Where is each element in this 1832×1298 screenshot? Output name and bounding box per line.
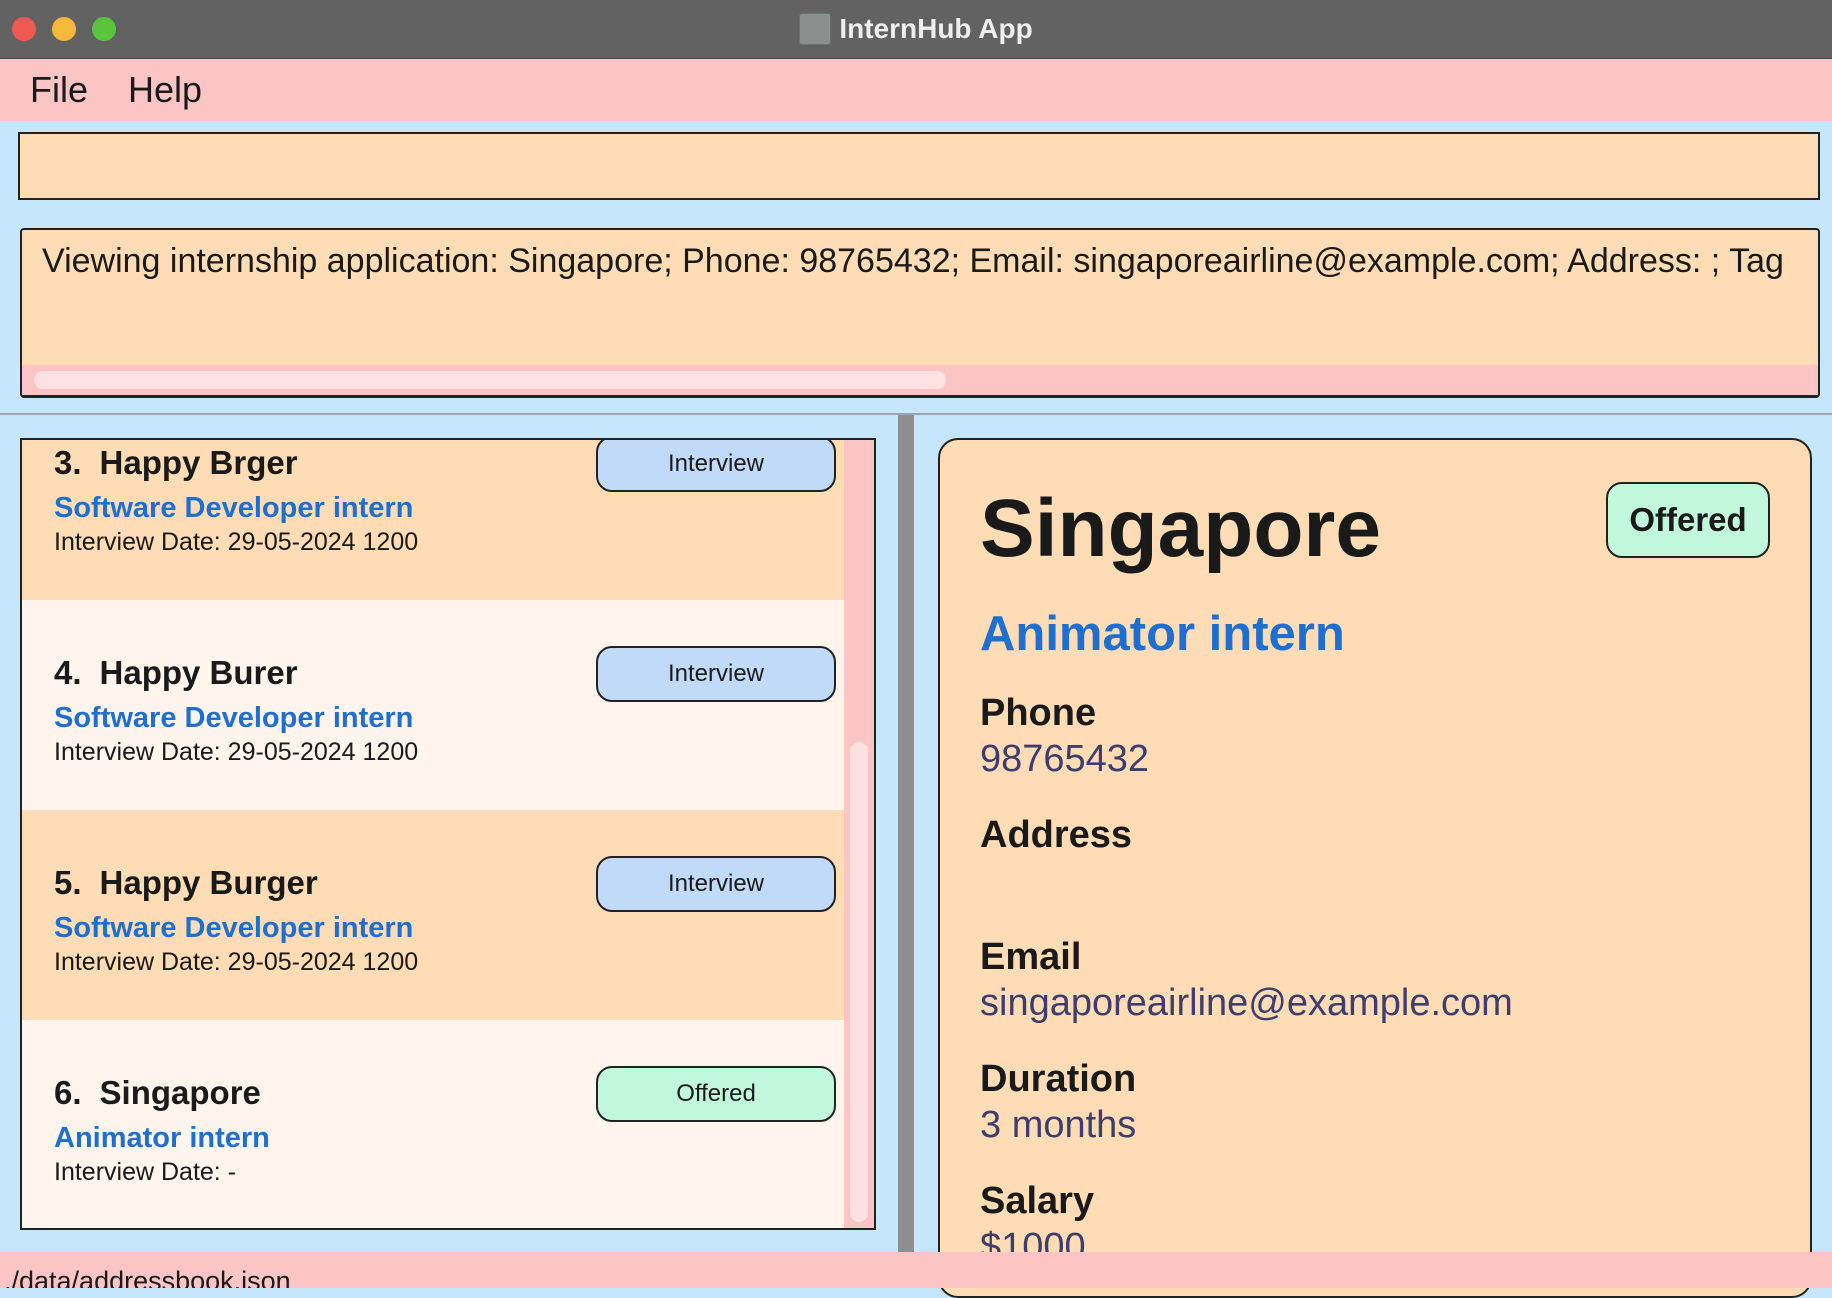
card-role: Animator intern	[54, 1122, 270, 1154]
application-list-viewport: 3. Happy Brger Software Developer intern …	[22, 440, 844, 1228]
card-index: 5.	[54, 864, 82, 901]
card-interview-date: Interview Date: 29-05-2024 1200	[54, 948, 419, 976]
card-index: 6.	[54, 1074, 82, 1111]
status-badge: Interview	[596, 440, 836, 492]
card-index: 3.	[54, 444, 82, 481]
list-item[interactable]: 4. Happy Burer Software Developer intern …	[22, 600, 844, 810]
phone-value: 98765432	[980, 738, 1150, 780]
email-label: Email	[980, 936, 1082, 978]
card-title: 6. Singapore	[54, 1074, 261, 1112]
status-badge: Interview	[596, 856, 836, 912]
list-item[interactable]: 6. Singapore Animator intern Interview Da…	[22, 1020, 844, 1228]
detail-status-badge: Offered	[1606, 482, 1770, 558]
app-icon	[799, 13, 832, 45]
divider	[0, 413, 1832, 415]
menu-file[interactable]: File	[30, 69, 88, 111]
window-title: InternHub App	[0, 0, 1832, 58]
data-file-path: ./data/addressbook.json	[4, 1266, 291, 1288]
card-company: Happy Burger	[99, 864, 318, 901]
list-item[interactable]: 3. Happy Brger Software Developer intern …	[22, 440, 844, 600]
title-bar: InternHub App	[0, 0, 1832, 59]
card-title: 4. Happy Burer	[54, 654, 298, 692]
menu-bar: File Help	[0, 59, 1832, 121]
card-role: Software Developer intern	[54, 912, 414, 944]
salary-label: Salary	[980, 1180, 1095, 1222]
phone-label: Phone	[980, 692, 1097, 734]
card-title: 5. Happy Burger	[54, 864, 318, 902]
card-company: Happy Burer	[99, 654, 298, 691]
status-badge: Interview	[596, 646, 836, 702]
window-title-text: InternHub App	[839, 13, 1033, 44]
detail-company-name: Singapore	[980, 483, 1381, 574]
menu-help[interactable]: Help	[128, 69, 202, 111]
list-item[interactable]: 5. Happy Burger Software Developer intern…	[22, 810, 844, 1020]
detail-role: Animator intern	[980, 607, 1345, 661]
status-badge: Offered	[596, 1066, 836, 1122]
address-label: Address	[980, 814, 1133, 856]
result-display: Viewing internship application: Singapor…	[20, 228, 1820, 398]
card-role: Software Developer intern	[54, 702, 414, 734]
command-input[interactable]	[18, 132, 1820, 200]
duration-label: Duration	[980, 1058, 1137, 1100]
application-list: 3. Happy Brger Software Developer intern …	[20, 438, 876, 1230]
application-detail-card: Singapore Offered Animator intern Phone …	[938, 438, 1812, 1298]
card-title: 3. Happy Brger	[54, 444, 298, 482]
result-scrollbar-thumb[interactable]	[34, 371, 946, 389]
card-company: Singapore	[99, 1074, 261, 1111]
card-role: Software Developer intern	[54, 492, 414, 524]
duration-value: 3 months	[980, 1104, 1137, 1146]
list-scrollbar-thumb[interactable]	[850, 742, 868, 1222]
list-vertical-scrollbar[interactable]	[844, 440, 874, 1228]
card-interview-date: Interview Date: 29-05-2024 1200	[54, 738, 419, 766]
split-pane-divider[interactable]	[898, 415, 914, 1253]
email-value: singaporeairline@example.com	[980, 982, 1513, 1024]
card-interview-date: Interview Date: -	[54, 1158, 237, 1186]
card-interview-date: Interview Date: 29-05-2024 1200	[54, 528, 419, 556]
result-text: Viewing internship application: Singapor…	[42, 242, 1784, 280]
status-bar: ./data/addressbook.json	[0, 1252, 1832, 1288]
card-index: 4.	[54, 654, 82, 691]
result-horizontal-scrollbar[interactable]	[22, 365, 1818, 395]
card-company: Happy Brger	[99, 444, 298, 481]
